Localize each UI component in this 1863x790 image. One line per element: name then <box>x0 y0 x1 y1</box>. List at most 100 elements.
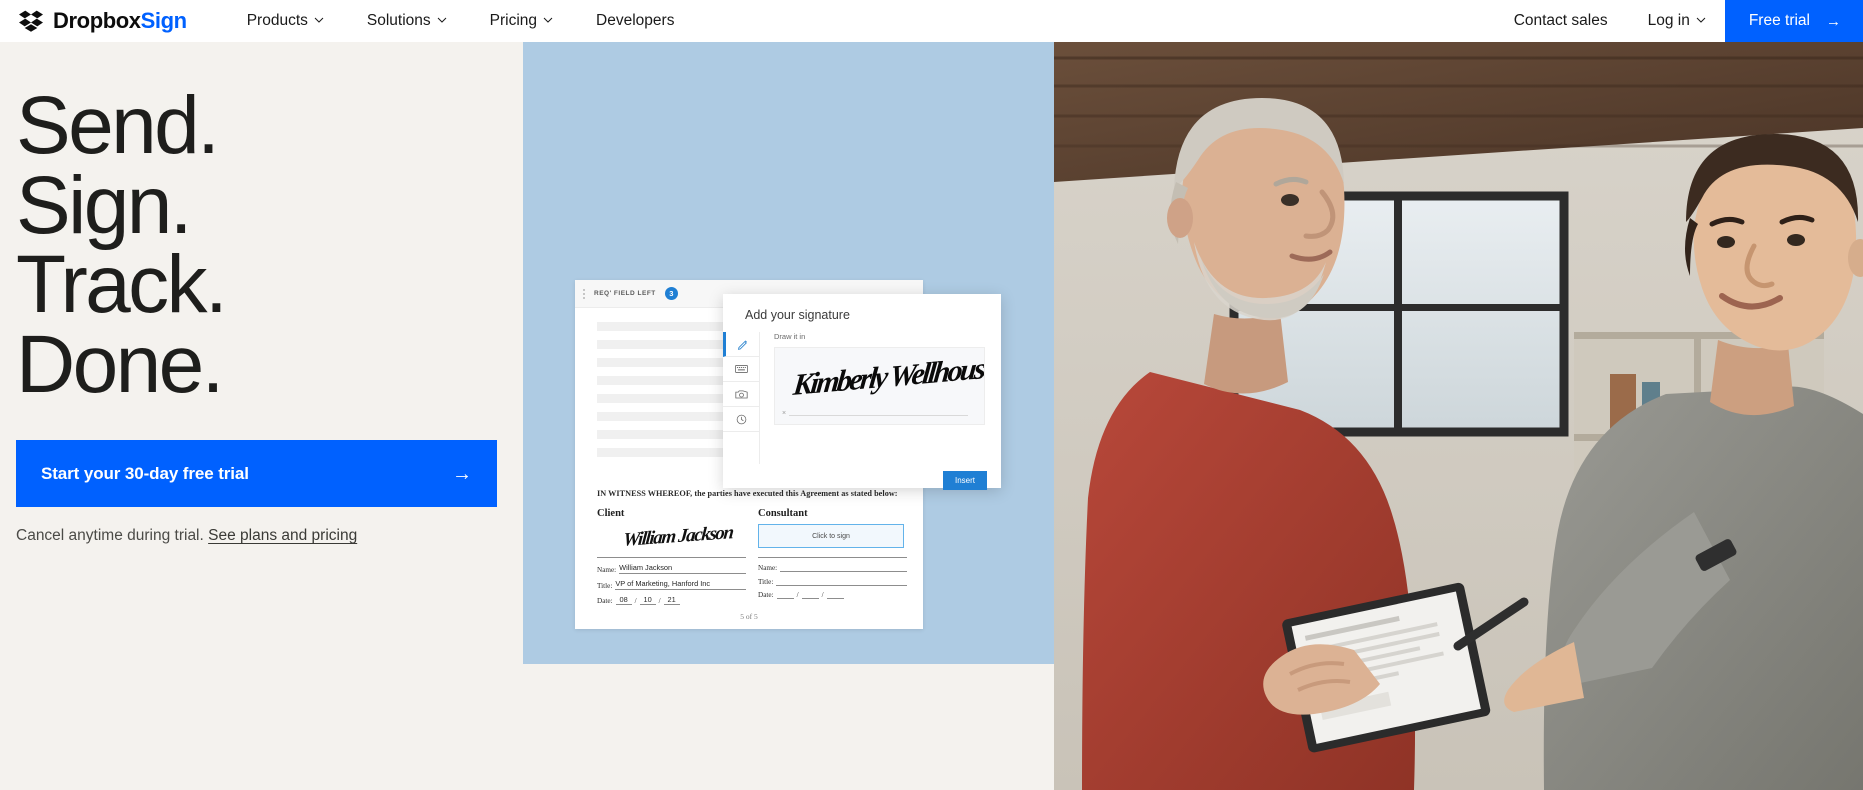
nav-item-developers[interactable]: Developers <box>574 0 696 42</box>
insert-signature-button[interactable]: Insert <box>942 471 987 490</box>
client-signature-block: Client William Jackson Name: William Jac… <box>597 508 746 605</box>
start-free-trial-label: Start your 30-day free trial <box>41 463 249 483</box>
chevron-down-icon <box>314 15 324 24</box>
consultant-date-day[interactable] <box>776 598 794 599</box>
client-date-day: 08 <box>615 595 632 605</box>
add-signature-modal: Add your signature Draw it in Kimberly W… <box>723 294 1001 490</box>
consultant-title-row: Title: <box>758 577 907 586</box>
date-separator: / <box>658 597 661 605</box>
arrow-right-icon: → <box>1826 12 1841 30</box>
draw-it-in-label: Draw it in <box>774 332 806 341</box>
date-separator: / <box>821 591 824 599</box>
client-date-label: Date: <box>597 597 613 605</box>
nav-item-products-label: Products <box>246 12 308 29</box>
contact-sales-label: Contact sales <box>1513 12 1608 29</box>
office-photo <box>1054 42 1863 790</box>
brand-name: DropboxSign <box>53 10 187 32</box>
camera-upload-icon[interactable] <box>723 382 759 407</box>
client-name-label: Name: <box>597 566 617 574</box>
signature-method-tabs <box>723 332 760 464</box>
dropbox-sign-logo-icon <box>18 8 44 34</box>
hero-photo-column <box>1054 42 1863 790</box>
client-name-row: Name: William Jackson <box>597 563 746 574</box>
client-title: Client <box>597 508 625 519</box>
date-separator: / <box>796 591 799 599</box>
signature-draw-panel: Draw it in Kimberly Wellhouse × Insert <box>760 332 1001 490</box>
client-date-month: 10 <box>639 595 656 605</box>
hero-copy: Send. Sign. Track. Done. <box>16 80 516 410</box>
consultant-date-month[interactable] <box>801 598 819 599</box>
chevron-down-icon <box>1696 15 1706 24</box>
nav-left-group: DropboxSign Products Solutions Pricing D… <box>0 0 696 42</box>
log-in-link[interactable]: Log in <box>1628 0 1725 42</box>
hero-headline-line-3: Track. <box>16 239 228 331</box>
consultant-title-label: Title: <box>758 578 774 586</box>
consultant-date-label: Date: <box>758 591 774 599</box>
click-to-sign-field[interactable]: Click to sign <box>758 524 904 548</box>
arrow-right-icon: → <box>452 462 472 485</box>
signature-draw-canvas[interactable]: Kimberly Wellhouse × <box>774 347 985 425</box>
see-plans-and-pricing-link[interactable]: See plans and pricing <box>208 527 357 544</box>
keyboard-type-icon[interactable] <box>723 357 759 382</box>
clock-history-icon[interactable] <box>723 407 759 432</box>
cta-subtext: Cancel anytime during trial. See plans a… <box>16 527 357 545</box>
nav-item-pricing[interactable]: Pricing <box>468 0 574 42</box>
brand-name-primary: Dropbox <box>53 8 141 33</box>
witness-clause-text: IN WITNESS WHEREOF, the parties have exe… <box>597 489 898 498</box>
click-to-sign-label: Click to sign <box>812 532 850 540</box>
client-name-value: William Jackson <box>619 563 746 574</box>
nav-item-products[interactable]: Products <box>225 0 345 42</box>
free-trial-label: Free trial <box>1748 12 1810 29</box>
consultant-signature-block: Consultant Click to sign Name: Title: Da… <box>758 508 907 605</box>
insert-signature-label: Insert <box>954 476 975 485</box>
hero-headline-line-2: Sign. <box>16 159 193 251</box>
brand-name-secondary: Sign <box>140 8 187 33</box>
add-signature-modal-title: Add your signature <box>745 308 850 322</box>
consultant-date-year[interactable] <box>826 598 844 599</box>
start-free-trial-button[interactable]: Start your 30-day free trial → <box>16 440 497 507</box>
log-in-label: Log in <box>1647 12 1690 29</box>
drawn-signature-preview: Kimberly Wellhouse <box>791 351 985 402</box>
top-navigation-bar: DropboxSign Products Solutions Pricing D… <box>0 0 1863 42</box>
signature-baseline <box>789 415 968 416</box>
consultant-title: Consultant <box>758 508 808 519</box>
client-title-row: Title: VP of Marketing, Hanford Inc <box>597 579 746 590</box>
free-trial-button[interactable]: Free trial → <box>1724 0 1863 42</box>
consultant-name-row: Name: <box>758 563 907 572</box>
brand-logo[interactable]: DropboxSign <box>18 8 187 34</box>
hero-stage: Send. Sign. Track. Done. Start your 30-d… <box>0 42 1863 790</box>
hero-headline: Send. Sign. Track. Done. <box>16 80 516 410</box>
hero-middle-column: REQ' FIELD LEFT 3 IN WITNESS WHEREOF, th… <box>523 42 1054 790</box>
hero-headline-line-1: Send. <box>16 80 220 171</box>
page-indicator: 5 of 5 <box>740 612 758 621</box>
nav-item-pricing-label: Pricing <box>489 12 538 29</box>
client-date-row: Date: 08 / 10 / 21 <box>597 595 746 605</box>
chevron-down-icon <box>543 15 553 24</box>
contact-sales-link[interactable]: Contact sales <box>1494 0 1628 42</box>
date-separator: / <box>634 597 637 605</box>
pen-draw-icon[interactable] <box>723 332 759 357</box>
client-title-label: Title: <box>597 582 613 590</box>
add-signature-modal-body: Draw it in Kimberly Wellhouse × Insert <box>723 332 1001 490</box>
required-fields-count-badge: 3 <box>664 287 678 300</box>
hero-left-column: Send. Sign. Track. Done. Start your 30-d… <box>0 42 523 790</box>
required-fields-label: REQ' FIELD LEFT <box>594 290 656 297</box>
nav-right-group: Contact sales Log in Free trial → <box>1494 0 1863 42</box>
consultant-date-row: Date: / / <box>758 591 907 599</box>
consultant-signature-line <box>758 557 907 558</box>
consultant-name-value[interactable] <box>780 563 907 572</box>
chevron-down-icon <box>437 15 447 24</box>
nav-item-solutions-label: Solutions <box>366 12 431 29</box>
kebab-menu-icon[interactable] <box>583 288 585 299</box>
signature-x-marker: × <box>782 410 787 417</box>
nav-item-solutions[interactable]: Solutions <box>345 0 468 42</box>
hero-headline-line-4: Done. <box>16 318 224 410</box>
client-date-year: 21 <box>663 595 680 605</box>
client-title-value: VP of Marketing, Hanford Inc <box>615 579 746 590</box>
cancel-anytime-text: Cancel anytime during trial. <box>16 527 204 544</box>
primary-nav-links: Products Solutions Pricing Developers <box>225 0 697 42</box>
signature-columns: Client William Jackson Name: William Jac… <box>597 508 907 605</box>
consultant-title-value[interactable] <box>776 577 907 586</box>
consultant-name-label: Name: <box>758 564 778 572</box>
nav-item-developers-label: Developers <box>596 12 675 29</box>
